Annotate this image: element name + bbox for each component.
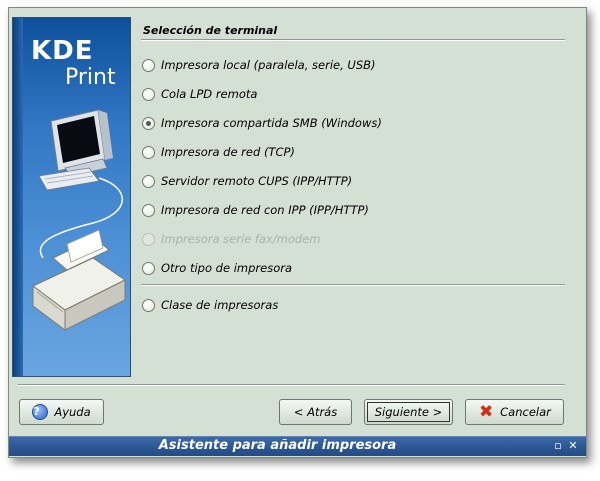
window-titlebar[interactable]: Asistente para añadir impresora ▫ ✕ bbox=[9, 436, 586, 456]
option-label: Impresora de red (TCP) bbox=[161, 145, 295, 159]
next-button[interactable]: Siguiente > bbox=[364, 399, 453, 425]
option-label: Otro tipo de impresora bbox=[161, 261, 293, 275]
radio-button[interactable] bbox=[142, 174, 155, 188]
option-remote-lpd[interactable]: Cola LPD remota bbox=[142, 85, 257, 103]
cancel-x-icon: ✖ bbox=[479, 402, 494, 422]
radio-button-checked[interactable] bbox=[142, 116, 155, 130]
options-divider bbox=[141, 284, 565, 286]
radio-button[interactable] bbox=[142, 203, 155, 217]
option-label: Servidor remoto CUPS (IPP/HTTP) bbox=[161, 174, 353, 188]
window-title: Asistente para añadir impresora bbox=[158, 438, 397, 453]
back-button[interactable]: < Atrás bbox=[279, 399, 352, 425]
option-label: Impresora local (paralela, serie, USB) bbox=[161, 58, 376, 72]
option-label: Cola LPD remota bbox=[161, 87, 258, 101]
section-title: Selección de terminal bbox=[143, 24, 278, 37]
window-restore-icon[interactable]: ▫ bbox=[552, 440, 564, 452]
radio-button[interactable] bbox=[142, 261, 155, 275]
section-divider bbox=[141, 39, 565, 41]
radio-button[interactable] bbox=[142, 298, 155, 312]
option-label: Clase de impresoras bbox=[161, 298, 279, 312]
option-printer-class[interactable]: Clase de impresoras bbox=[142, 296, 278, 314]
computer-printer-illustration bbox=[32, 109, 126, 331]
next-button-label: Siguiente > bbox=[374, 405, 443, 419]
option-network-tcp[interactable]: Impresora de red (TCP) bbox=[142, 143, 295, 161]
footer-divider bbox=[18, 384, 565, 386]
back-button-label: < Atrás bbox=[293, 405, 338, 419]
radio-button[interactable] bbox=[142, 145, 155, 159]
option-label: Impresora compartida SMB (Windows) bbox=[161, 116, 382, 130]
help-icon: ? bbox=[32, 404, 49, 420]
option-network-ipp[interactable]: Impresora de red con IPP (IPP/HTTP) bbox=[142, 201, 369, 219]
cancel-button-label: Cancelar bbox=[500, 405, 551, 419]
radio-button-disabled bbox=[142, 232, 155, 246]
option-label: Impresora de red con IPP (IPP/HTTP) bbox=[161, 203, 369, 217]
option-smb-shared[interactable]: Impresora compartida SMB (Windows) bbox=[142, 114, 382, 132]
help-button[interactable]: ? Ayuda bbox=[19, 399, 104, 425]
radio-button[interactable] bbox=[142, 87, 155, 101]
option-remote-cups[interactable]: Servidor remoto CUPS (IPP/HTTP) bbox=[142, 172, 352, 190]
radio-button[interactable] bbox=[142, 58, 155, 72]
kdeprint-banner: KDE Print bbox=[12, 17, 131, 377]
option-other-printer[interactable]: Otro tipo de impresora bbox=[142, 259, 292, 277]
window-close-icon[interactable]: ✕ bbox=[567, 440, 579, 452]
cancel-button[interactable]: ✖ Cancelar bbox=[465, 399, 564, 425]
option-serial-fax: Impresora serie fax/modem bbox=[142, 230, 320, 248]
option-local-printer[interactable]: Impresora local (paralela, serie, USB) bbox=[142, 56, 376, 74]
option-label: Impresora serie fax/modem bbox=[161, 232, 321, 246]
help-button-label: Ayuda bbox=[54, 405, 91, 419]
